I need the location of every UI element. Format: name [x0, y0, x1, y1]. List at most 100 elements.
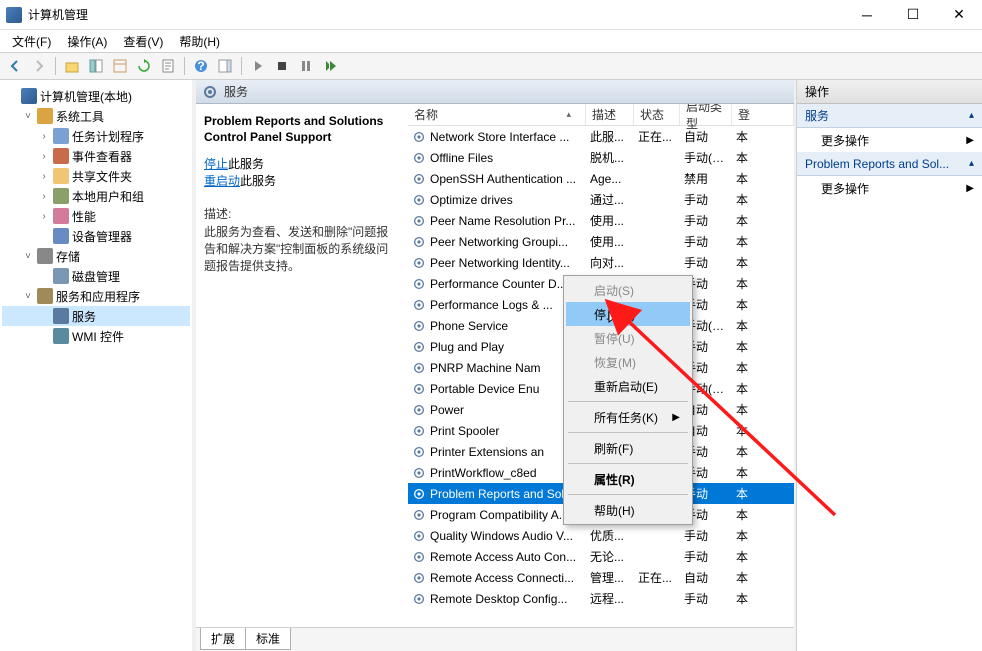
- service-row[interactable]: Remote Access Auto Con...无论...手动本: [408, 546, 794, 567]
- cell-desc: 脱机...: [586, 149, 634, 166]
- tree-label: 事件查看器: [72, 148, 132, 165]
- col-startup[interactable]: 启动类型: [680, 104, 732, 125]
- up-button[interactable]: [61, 55, 83, 77]
- col-desc[interactable]: 描述: [586, 104, 634, 125]
- cell-name: Remote Access Auto Con...: [408, 550, 586, 564]
- stop-button[interactable]: [271, 55, 293, 77]
- service-row[interactable]: Peer Networking Groupi...使用...手动本: [408, 231, 794, 252]
- tab-extended[interactable]: 扩展: [200, 628, 246, 650]
- ctx-properties[interactable]: 属性(R): [566, 467, 690, 491]
- service-row[interactable]: Remote Desktop Config...远程...手动本: [408, 588, 794, 609]
- ctx-pause: 暂停(U): [566, 326, 690, 350]
- actions-subhead-services[interactable]: 服务▴: [797, 104, 982, 128]
- cell-logon: 本: [732, 254, 794, 271]
- properties-button[interactable]: [157, 55, 179, 77]
- service-row[interactable]: Quality Windows Audio V...优质...手动本: [408, 525, 794, 546]
- tree-shared-folders[interactable]: ›共享文件夹: [2, 166, 190, 186]
- tab-standard[interactable]: 标准: [245, 628, 291, 650]
- tree-storage[interactable]: ˅存储: [2, 246, 190, 266]
- cell-status: 正在...: [634, 128, 680, 145]
- cell-startup: 自动: [680, 569, 732, 586]
- cell-name: Plug and Play: [408, 340, 586, 354]
- service-row[interactable]: Optimize drives通过...手动本: [408, 189, 794, 210]
- close-button[interactable]: ✕: [936, 0, 982, 30]
- cell-name: Quality Windows Audio V...: [408, 529, 586, 543]
- tree-task-scheduler[interactable]: ›任务计划程序: [2, 126, 190, 146]
- help-button[interactable]: ?: [190, 55, 212, 77]
- menu-view[interactable]: 查看(V): [115, 31, 171, 52]
- cell-name: Remote Desktop Config...: [408, 592, 586, 606]
- actions-more-2[interactable]: 更多操作▶: [797, 176, 982, 200]
- services-header: 服务: [196, 80, 794, 104]
- cell-name: Print Spooler: [408, 424, 586, 438]
- ctx-help[interactable]: 帮助(H): [566, 498, 690, 522]
- service-row[interactable]: Remote Access Connecti...管理...正在...自动本: [408, 567, 794, 588]
- maximize-button[interactable]: ☐: [890, 0, 936, 30]
- cell-status: 正在...: [634, 569, 680, 586]
- minimize-button[interactable]: ─: [844, 0, 890, 30]
- service-info-panel: Problem Reports and Solutions Control Pa…: [196, 104, 408, 621]
- ctx-all-tasks[interactable]: 所有任务(K)▶: [566, 405, 690, 429]
- menu-help[interactable]: 帮助(H): [171, 31, 228, 52]
- menu-action[interactable]: 操作(A): [59, 31, 115, 52]
- show-action-pane-button[interactable]: [214, 55, 236, 77]
- back-button[interactable]: [4, 55, 26, 77]
- chevron-right-icon: ▶: [966, 183, 974, 194]
- tree-services-apps[interactable]: ˅服务和应用程序: [2, 286, 190, 306]
- stop-suffix: 此服务: [228, 157, 264, 171]
- collapse-icon: ▴: [969, 158, 974, 169]
- service-row[interactable]: Peer Networking Identity...向对...手动本: [408, 252, 794, 273]
- tree-performance[interactable]: ›性能: [2, 206, 190, 226]
- tree-label: 磁盘管理: [72, 268, 120, 285]
- menu-file[interactable]: 文件(F): [4, 31, 59, 52]
- center-pane: 服务 Problem Reports and Solutions Control…: [192, 80, 796, 651]
- cell-name: Problem Reports and Sol...: [408, 487, 586, 501]
- refresh-button[interactable]: [133, 55, 155, 77]
- cell-desc: 管理...: [586, 569, 634, 586]
- service-row[interactable]: Peer Name Resolution Pr...使用...手动本: [408, 210, 794, 231]
- svg-text:?: ?: [197, 59, 204, 73]
- chevron-right-icon: ▶: [966, 135, 974, 146]
- ctx-restart[interactable]: 重新启动(E): [566, 374, 690, 398]
- restart-button[interactable]: [319, 55, 341, 77]
- service-row[interactable]: OpenSSH Authentication ...Age...禁用本: [408, 168, 794, 189]
- cell-desc: 此服...: [586, 128, 634, 145]
- col-name[interactable]: 名称▴: [408, 104, 586, 125]
- chevron-right-icon: ▶: [672, 412, 680, 423]
- cell-startup: 手动: [680, 212, 732, 229]
- export-button[interactable]: [109, 55, 131, 77]
- cell-desc: 使用...: [586, 212, 634, 229]
- tree-root[interactable]: 计算机管理(本地): [2, 86, 190, 106]
- tree-local-users[interactable]: ›本地用户和组: [2, 186, 190, 206]
- play-button[interactable]: [247, 55, 269, 77]
- cell-startup: 手动: [680, 191, 732, 208]
- actions-subhead-selected[interactable]: Problem Reports and Sol...▴: [797, 152, 982, 176]
- ctx-refresh[interactable]: 刷新(F): [566, 436, 690, 460]
- cell-startup: 手动: [680, 254, 732, 271]
- tree-wmi-control[interactable]: WMI 控件: [2, 326, 190, 346]
- tree-label: 共享文件夹: [72, 168, 132, 185]
- gear-icon: [202, 84, 218, 100]
- tree-system-tools[interactable]: ˅系统工具: [2, 106, 190, 126]
- pause-button[interactable]: [295, 55, 317, 77]
- actions-more-1[interactable]: 更多操作▶: [797, 128, 982, 152]
- forward-button[interactable]: [28, 55, 50, 77]
- restart-link[interactable]: 重启动: [204, 174, 240, 188]
- cell-logon: 本: [732, 296, 794, 313]
- cell-logon: 本: [732, 464, 794, 481]
- service-row[interactable]: Network Store Interface ...此服...正在...自动本: [408, 126, 794, 147]
- stop-link[interactable]: 停止: [204, 157, 228, 171]
- cell-startup: 手动: [680, 548, 732, 565]
- tree-event-viewer[interactable]: ›事件查看器: [2, 146, 190, 166]
- col-status[interactable]: 状态: [634, 104, 680, 125]
- tree-disk-management[interactable]: 磁盘管理: [2, 266, 190, 286]
- ctx-stop[interactable]: 停止(O): [566, 302, 690, 326]
- cell-logon: 本: [732, 275, 794, 292]
- service-row[interactable]: Offline Files脱机...手动(触发...本: [408, 147, 794, 168]
- show-hide-tree-button[interactable]: [85, 55, 107, 77]
- tree-services[interactable]: 服务: [2, 306, 190, 326]
- tree-device-manager[interactable]: 设备管理器: [2, 226, 190, 246]
- services-header-label: 服务: [224, 83, 248, 100]
- cell-logon: 本: [732, 128, 794, 145]
- col-logon[interactable]: 登: [732, 104, 794, 125]
